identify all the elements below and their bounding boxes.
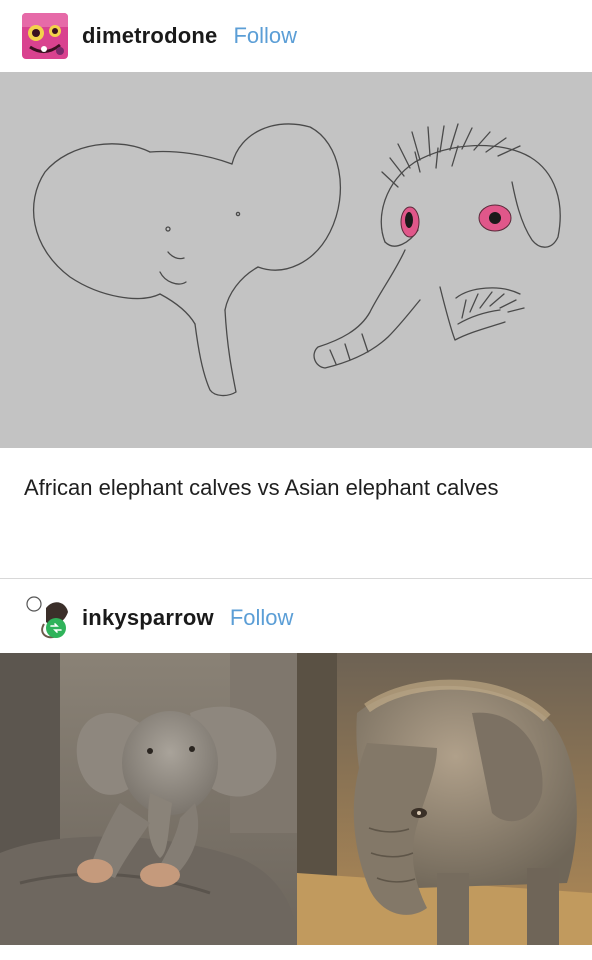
- follow-button[interactable]: Follow: [233, 23, 297, 49]
- follow-button[interactable]: Follow: [230, 605, 294, 631]
- post2-header: inkysparrow Follow: [0, 585, 592, 651]
- elephant-drawing-image: [0, 72, 592, 448]
- post-caption: African elephant calves vs Asian elephan…: [24, 475, 499, 500]
- african-calf-image: [0, 653, 297, 945]
- post1-header: dimetrodone Follow: [0, 0, 592, 72]
- username[interactable]: dimetrodone: [82, 23, 217, 49]
- reblog-avatar-icon: [26, 596, 68, 639]
- avatar[interactable]: [24, 594, 72, 642]
- blog-avatar-icon: [22, 13, 68, 59]
- username[interactable]: inkysparrow: [82, 605, 214, 631]
- african-calf-photo: [0, 653, 297, 945]
- asian-calf-image: [297, 653, 592, 945]
- asian-calf-photo: [297, 653, 592, 945]
- post-divider: [0, 578, 592, 579]
- avatar[interactable]: [22, 13, 68, 59]
- drawing-illustration: [33, 123, 561, 397]
